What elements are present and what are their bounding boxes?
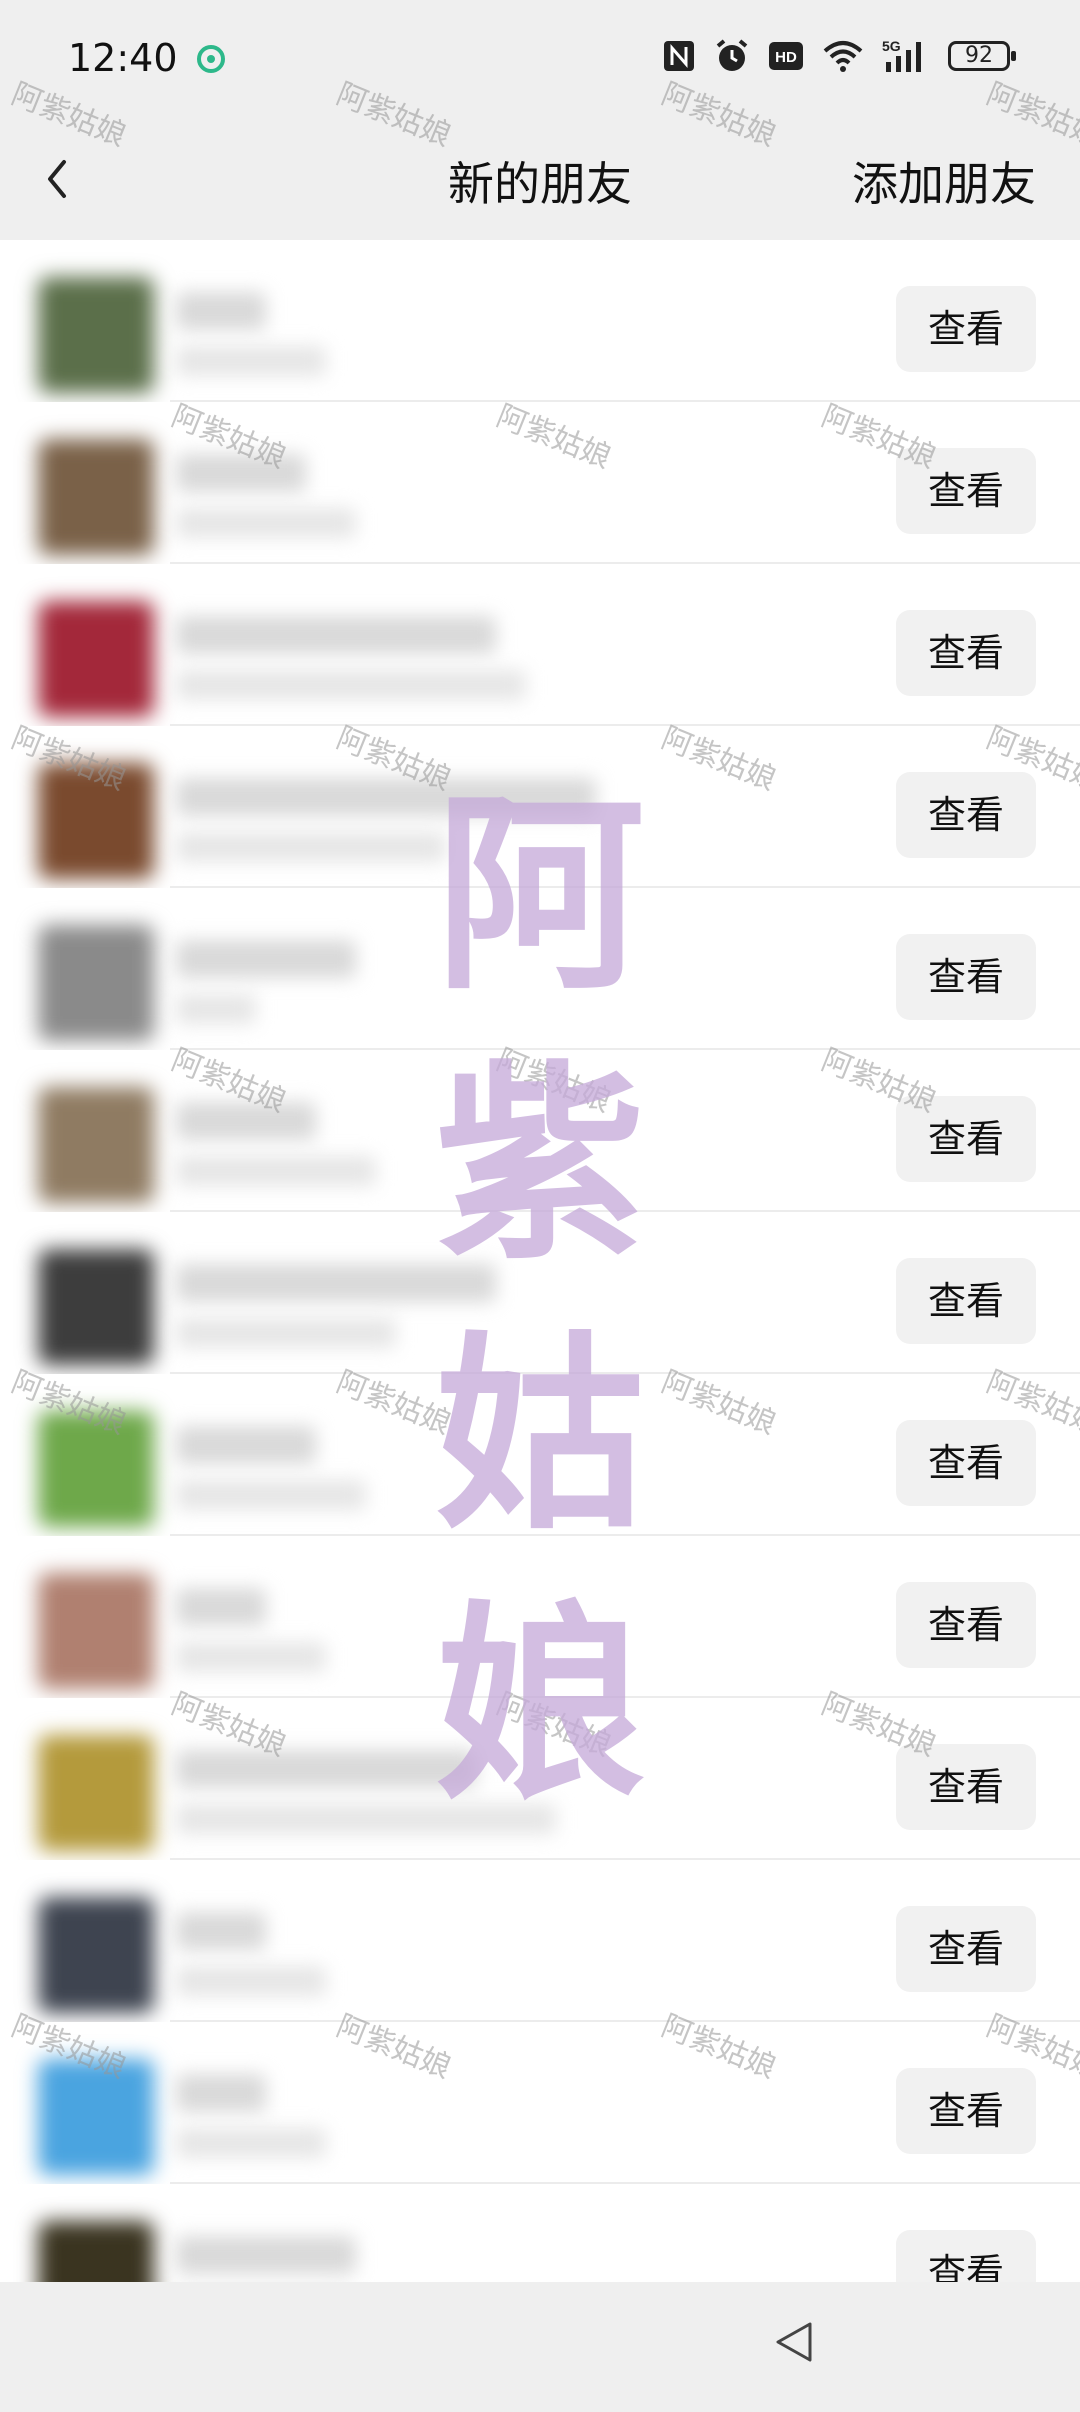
friend-request-row[interactable]: 查看 — [0, 240, 1080, 402]
avatar — [38, 1897, 154, 2013]
view-button[interactable]: 查看 — [896, 286, 1036, 372]
view-button[interactable]: 查看 — [896, 610, 1036, 696]
blurred-message — [176, 346, 326, 376]
signal-icon: 5G — [882, 38, 921, 72]
avatar — [38, 277, 154, 393]
blurred-name — [176, 1588, 266, 1626]
view-button[interactable]: 查看 — [896, 1744, 1036, 1830]
avatar — [38, 763, 154, 879]
blurred-name — [176, 1426, 316, 1464]
friend-request-row[interactable]: 查看 — [0, 888, 1080, 1050]
nav-back-icon[interactable] — [772, 2318, 816, 2366]
friend-request-row[interactable]: 查看 — [0, 2022, 1080, 2184]
view-button[interactable]: 查看 — [896, 1096, 1036, 1182]
blurred-name — [176, 2236, 356, 2274]
svg-text:HD: HD — [775, 49, 797, 66]
blurred-message — [176, 994, 256, 1024]
friend-request-row[interactable]: 查看 — [0, 1698, 1080, 1860]
blurred-message — [176, 1318, 396, 1348]
blurred-name — [176, 1264, 496, 1302]
add-friend-button[interactable]: 添加朋友 — [852, 148, 1036, 214]
blurred-name — [176, 454, 306, 492]
view-button[interactable]: 查看 — [896, 1258, 1036, 1344]
blurred-message — [176, 1966, 326, 1996]
status-time: 12:40 — [68, 36, 178, 80]
nfc-icon — [664, 41, 694, 71]
blurred-message — [176, 670, 526, 700]
view-button[interactable]: 查看 — [896, 1582, 1036, 1668]
blurred-message — [176, 2128, 326, 2158]
hd-icon: HD — [769, 42, 803, 70]
wifi-icon — [823, 41, 863, 72]
blurred-name — [176, 1102, 316, 1140]
friend-request-row[interactable]: 查看 — [0, 1536, 1080, 1698]
view-button[interactable]: 查看 — [896, 448, 1036, 534]
blurred-name — [176, 616, 496, 654]
nav-header: 新的朋友 添加朋友 — [0, 122, 1080, 240]
friend-request-row[interactable]: 查看 — [0, 564, 1080, 726]
battery-icon: 92 — [948, 41, 1016, 71]
avatar — [38, 601, 154, 717]
view-button[interactable]: 查看 — [896, 934, 1036, 1020]
blurred-name — [176, 778, 596, 816]
avatar — [38, 1573, 154, 1689]
friend-request-row[interactable]: 查看 — [0, 1860, 1080, 2022]
friend-request-row[interactable]: 查看 — [0, 1374, 1080, 1536]
friend-request-row[interactable]: 查看 — [0, 1050, 1080, 1212]
blurred-name — [176, 292, 266, 330]
system-nav-bar — [0, 2282, 1080, 2412]
alarm-icon — [716, 39, 748, 71]
avatar — [38, 1249, 154, 1365]
status-bar: 12:40 HD 5G 92 — [0, 0, 1080, 122]
avatar — [38, 439, 154, 555]
avatar — [38, 1735, 154, 1851]
view-button[interactable]: 查看 — [896, 772, 1036, 858]
blurred-message — [176, 1480, 366, 1510]
blurred-message — [176, 1804, 556, 1834]
friend-request-row[interactable]: 查看 — [0, 1212, 1080, 1374]
view-button[interactable]: 查看 — [896, 1420, 1036, 1506]
friend-request-row[interactable]: 查看 — [0, 402, 1080, 564]
blurred-name — [176, 1750, 476, 1788]
view-button[interactable]: 查看 — [896, 2068, 1036, 2154]
blurred-message — [176, 1642, 326, 1672]
avatar — [38, 1087, 154, 1203]
view-button[interactable]: 查看 — [896, 1906, 1036, 1992]
app-badge-icon — [197, 45, 225, 73]
blurred-message — [176, 832, 446, 862]
blurred-name — [176, 2074, 266, 2112]
blurred-name — [176, 1912, 266, 1950]
avatar — [38, 1411, 154, 1527]
avatar — [38, 2059, 154, 2175]
blurred-message — [176, 1156, 376, 1186]
friend-request-list: 查看 查看 查看 查看 查看 查看 查看 查看 查看 查看 查看 查看 查看 — [0, 240, 1080, 2346]
avatar — [38, 925, 154, 1041]
blurred-name — [176, 940, 356, 978]
blurred-message — [176, 508, 356, 538]
svg-text:5G: 5G — [882, 38, 901, 54]
friend-request-row[interactable]: 查看 — [0, 726, 1080, 888]
